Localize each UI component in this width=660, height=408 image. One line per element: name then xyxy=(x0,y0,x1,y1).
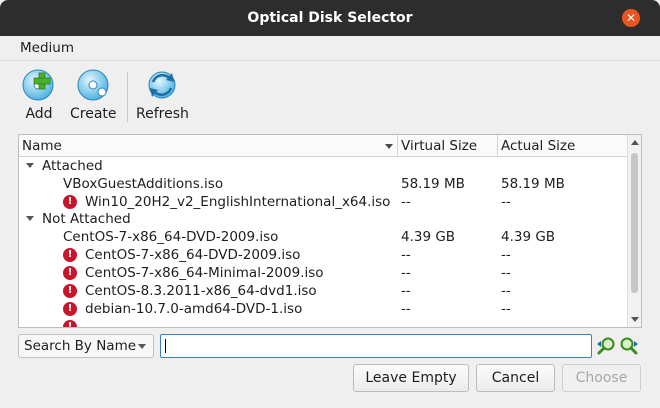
expand-caret-icon[interactable] xyxy=(26,216,34,221)
column-header-virtual-size[interactable]: Virtual Size xyxy=(398,135,477,157)
error-icon: ! xyxy=(63,320,77,327)
search-backward-icon[interactable] xyxy=(596,336,616,356)
search-mode-select[interactable]: Search By Name xyxy=(18,334,154,358)
table-header: Name Virtual Size Actual Size xyxy=(19,135,628,157)
actual-size: -- xyxy=(501,194,511,210)
vertical-scrollbar[interactable] xyxy=(627,135,641,327)
actual-size: -- xyxy=(501,265,511,281)
cancel-label: Cancel xyxy=(491,370,540,386)
table-row[interactable]: ! CentOS-7-x86_64-DVD-2009.iso -- -- xyxy=(19,246,628,264)
disk-name: CentOS-8.3.2011-x86_64-dvd1.iso xyxy=(85,283,317,299)
create-button[interactable]: Create xyxy=(70,68,117,122)
disk-name: CentOS-7-x86_64-Minimal-2009.iso xyxy=(85,265,324,281)
search-mode-value: Search By Name xyxy=(24,338,137,354)
actual-size: -- xyxy=(501,301,511,317)
table-row-partial[interactable]: ! xyxy=(19,318,628,327)
choose-label: Choose xyxy=(575,370,628,386)
group-not-attached[interactable]: Not Attached xyxy=(19,210,628,228)
actual-size: 4.39 GB xyxy=(501,229,556,245)
toolbar-divider xyxy=(127,72,128,122)
leave-empty-label: Leave Empty xyxy=(365,370,457,386)
disk-name: Win10_20H2_v2_EnglishInternational_x64.i… xyxy=(85,194,391,210)
chevron-down-icon xyxy=(138,344,146,349)
group-attached[interactable]: Attached xyxy=(19,157,628,175)
add-button[interactable]: Add xyxy=(22,68,56,122)
scroll-up-icon[interactable] xyxy=(631,140,639,145)
actual-size: -- xyxy=(501,247,511,263)
refresh-button-label: Refresh xyxy=(136,106,189,122)
cancel-button[interactable]: Cancel xyxy=(476,364,555,392)
virtual-size: -- xyxy=(401,301,411,317)
close-button[interactable]: ✕ xyxy=(622,9,640,27)
table-row[interactable]: ! debian-10.7.0-amd64-DVD-1.iso -- -- xyxy=(19,300,628,318)
column-header-actual-size[interactable]: Actual Size xyxy=(498,135,575,157)
toolbar: Add Create Refresh xyxy=(0,62,660,128)
virtual-size: -- xyxy=(401,194,411,210)
virtual-size: -- xyxy=(401,247,411,263)
actual-size: -- xyxy=(501,283,511,299)
expand-caret-icon[interactable] xyxy=(26,163,34,168)
choose-button[interactable]: Choose xyxy=(562,364,641,392)
table-row[interactable]: ! CentOS-8.3.2011-x86_64-dvd1.iso -- -- xyxy=(19,282,628,300)
medium-tree[interactable]: Name Virtual Size Actual Size Attached V… xyxy=(18,134,642,328)
column-header-name[interactable]: Name xyxy=(19,135,62,157)
disk-name: debian-10.7.0-amd64-DVD-1.iso xyxy=(85,301,303,317)
search-forward-icon[interactable] xyxy=(619,336,639,356)
virtual-size: 4.39 GB xyxy=(401,229,456,245)
table-row[interactable]: CentOS-7-x86_64-DVD-2009.iso 4.39 GB 4.3… xyxy=(19,228,628,246)
table-row[interactable]: ! CentOS-7-x86_64-Minimal-2009.iso -- -- xyxy=(19,264,628,282)
virtual-size: 58.19 MB xyxy=(401,176,465,192)
virtual-size: -- xyxy=(401,283,411,299)
error-icon: ! xyxy=(63,302,77,316)
close-icon: ✕ xyxy=(625,11,637,25)
sort-indicator-icon xyxy=(385,144,393,149)
scroll-down-icon[interactable] xyxy=(631,317,639,322)
refresh-icon xyxy=(148,71,176,99)
text-cursor xyxy=(165,339,166,353)
virtual-size: -- xyxy=(401,265,411,281)
table-row[interactable]: VBoxGuestAdditions.iso 58.19 MB 58.19 MB xyxy=(19,175,628,193)
group-label: Not Attached xyxy=(42,211,131,227)
disk-name: CentOS-7-x86_64-DVD-2009.iso xyxy=(63,229,279,245)
search-bar: Search By Name xyxy=(18,334,642,358)
add-button-label: Add xyxy=(25,106,53,122)
title-bar: Optical Disk Selector ✕ xyxy=(0,0,660,36)
actual-size: 58.19 MB xyxy=(501,176,565,192)
create-disk-icon xyxy=(77,69,109,101)
refresh-button[interactable]: Refresh xyxy=(136,68,189,122)
scrollbar-thumb[interactable] xyxy=(631,153,638,293)
leave-empty-button[interactable]: Leave Empty xyxy=(353,364,469,392)
error-icon: ! xyxy=(63,195,77,209)
error-icon: ! xyxy=(63,284,77,298)
group-label: Attached xyxy=(42,158,103,174)
add-disk-icon xyxy=(22,69,54,101)
window-title: Optical Disk Selector xyxy=(247,10,413,26)
menu-divider xyxy=(0,60,660,61)
disk-name: VBoxGuestAdditions.iso xyxy=(63,176,224,192)
menu-medium[interactable]: Medium xyxy=(20,40,74,56)
search-input[interactable] xyxy=(160,334,592,358)
table-row[interactable]: ! Win10_20H2_v2_EnglishInternational_x64… xyxy=(19,193,628,211)
menu-bar: Medium xyxy=(0,36,660,60)
error-icon: ! xyxy=(63,248,77,262)
disk-name: CentOS-7-x86_64-DVD-2009.iso xyxy=(85,247,301,263)
create-button-label: Create xyxy=(70,106,117,122)
error-icon: ! xyxy=(63,266,77,280)
